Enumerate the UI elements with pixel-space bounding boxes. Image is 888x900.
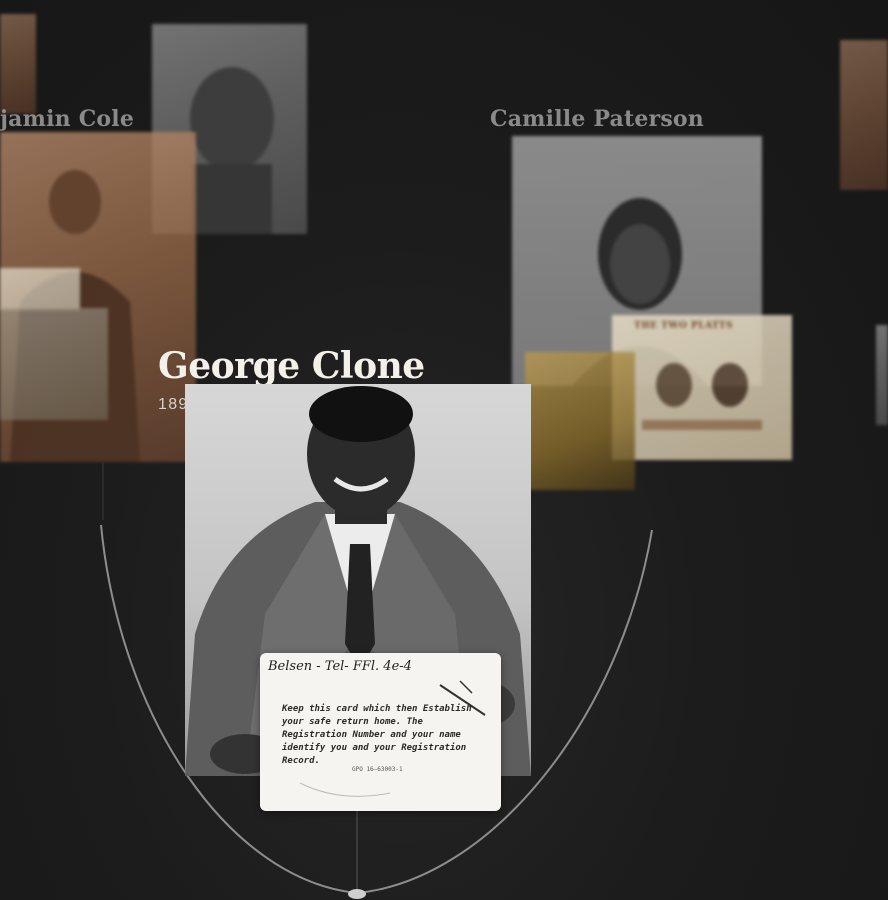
archive-card-right-top[interactable]: [840, 40, 888, 190]
archive-card-crowd-photo[interactable]: [0, 308, 108, 420]
playbill-title: THE TWO PLATTS: [634, 321, 734, 331]
playbill-faces: [642, 363, 762, 430]
registration-card-footnote: GPO 16—63003-1: [352, 766, 403, 773]
archive-card-document-small[interactable]: [0, 268, 80, 310]
archive-stage: jamin Cole Camille Paterson THE TWO PLAT…: [0, 0, 888, 900]
person-name-title[interactable]: George Clone: [158, 345, 425, 387]
archive-card-gold-photo[interactable]: [525, 352, 635, 490]
person-name-camille-paterson[interactable]: Camille Paterson: [490, 106, 704, 132]
person-name-benjamin-cole[interactable]: jamin Cole: [0, 106, 134, 132]
tree-node-dot[interactable]: [348, 889, 366, 899]
registration-card-text: Keep this card which then Establish your…: [282, 704, 472, 766]
archive-card-right-mid[interactable]: [876, 325, 888, 425]
registration-card[interactable]: Belsen - Tel- FFl. 4e-4 Keep this card w…: [260, 653, 501, 811]
archive-card-topleft[interactable]: [0, 14, 36, 114]
archive-card-playbill[interactable]: THE TWO PLATTS: [612, 315, 792, 460]
